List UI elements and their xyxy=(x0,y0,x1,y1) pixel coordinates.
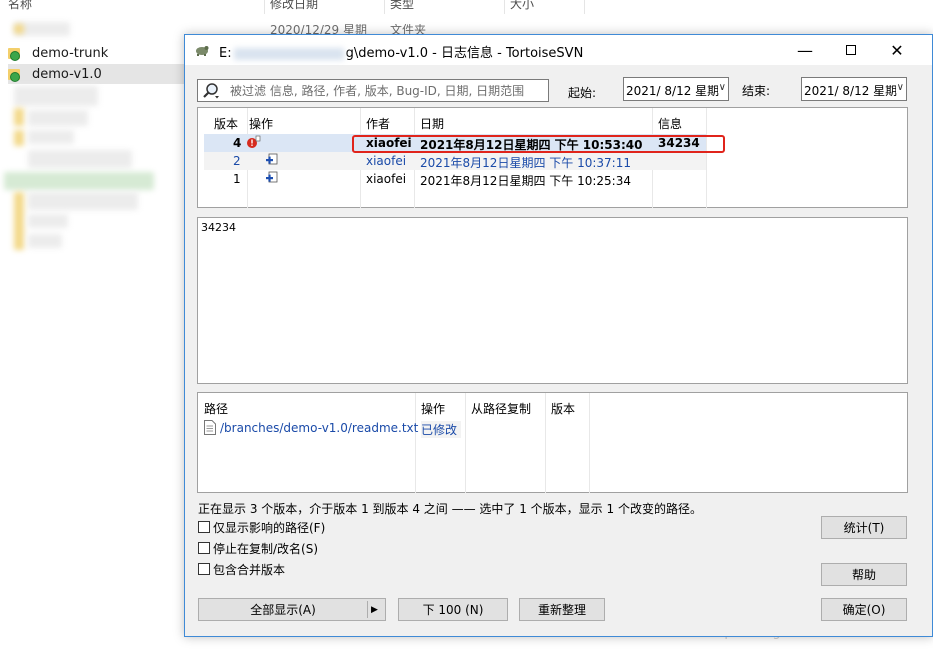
column-header-action[interactable]: 操作 xyxy=(249,115,273,132)
column-header-name[interactable]: 名称 xyxy=(8,0,32,12)
column-header-type[interactable]: 类型 xyxy=(390,0,414,12)
search-icon[interactable] xyxy=(202,82,220,100)
explorer-item-label: demo-v1.0 xyxy=(32,66,102,82)
chevron-down-icon: ∨ xyxy=(717,82,726,93)
checkbox-affected-paths[interactable]: 仅显示影响的路径(F) xyxy=(198,519,325,535)
explorer-item-demo-v1[interactable]: demo-v1.0 xyxy=(8,64,184,84)
revision-author: xiaofei xyxy=(366,172,407,186)
revision-row[interactable]: 1 xiaofei 2021年8月12日星期四 下午 10:25:34 xyxy=(204,170,706,188)
revision-date: 2021年8月12日星期四 下午 10:25:34 xyxy=(420,174,631,188)
next-100-button[interactable]: 下 100 (N) xyxy=(398,598,508,621)
svn-log-dialog: E:g\demo-v1.0 - 日志信息 - TortoiseSVN — ✕ 起… xyxy=(184,34,933,637)
modified-file-icon xyxy=(247,135,261,148)
dropdown-arrow-icon[interactable]: ▶ xyxy=(371,605,378,615)
to-date-picker[interactable]: 2021/ 8/12 星期 ∨ xyxy=(801,77,907,101)
refresh-button[interactable]: 重新整理 xyxy=(519,598,605,621)
svn-folder-icon xyxy=(8,68,22,82)
statistics-button[interactable]: 统计(T) xyxy=(821,516,907,539)
column-header-modified[interactable]: 修改日期 xyxy=(270,0,318,12)
help-button[interactable]: 帮助 xyxy=(821,563,907,586)
column-header-message[interactable]: 信息 xyxy=(658,115,682,132)
log-message-text: 34234 xyxy=(201,221,236,234)
tortoisesvn-icon xyxy=(196,46,209,56)
log-message-pane[interactable]: 34234 xyxy=(197,217,908,384)
revision-date: 2021年8月12日星期四 下午 10:37:11 xyxy=(420,156,631,170)
column-header-date[interactable]: 日期 xyxy=(420,115,444,132)
revision-number: 2 xyxy=(233,154,241,168)
filter-input[interactable] xyxy=(230,82,540,99)
window-title: E: g\demo-v1.0 - 日志信息 - TortoiseSVN xyxy=(219,46,584,61)
title-bar[interactable]: E: g\demo-v1.0 - 日志信息 - TortoiseSVN — ✕ xyxy=(185,35,932,65)
column-header-copy-from[interactable]: 从路径复制 xyxy=(471,400,531,417)
checkbox-stop-on-copy[interactable]: 停止在复制/改名(S) xyxy=(198,540,318,556)
column-header-author[interactable]: 作者 xyxy=(366,115,390,132)
explorer-item-demo-trunk[interactable]: demo-trunk xyxy=(8,43,108,63)
changed-paths-list[interactable]: 路径 操作 从路径复制 版本 /branches/demo-v1.0/readm… xyxy=(197,392,908,493)
revision-list[interactable]: 版本 操作 作者 日期 信息 4 xiaofei 2021年8月12日星期四 下… xyxy=(197,107,908,208)
column-header-path-action[interactable]: 操作 xyxy=(421,400,445,417)
revision-row[interactable]: 2 xiaofei 2021年8月12日星期四 下午 10:37:11 xyxy=(204,152,706,170)
checkbox-include-merged[interactable]: 包含合并版本 xyxy=(198,561,285,577)
added-file-icon xyxy=(266,153,278,165)
explorer-partial-row: 2020/12/29 星期 文件夹 xyxy=(270,24,427,34)
revision-number: 1 xyxy=(233,172,241,186)
minimize-button[interactable]: — xyxy=(782,35,828,65)
chevron-down-icon: ∨ xyxy=(895,82,904,93)
close-button[interactable]: ✕ xyxy=(874,35,920,65)
column-header-path[interactable]: 路径 xyxy=(204,400,228,417)
ok-button[interactable]: 确定(O) xyxy=(821,598,907,621)
show-all-split-button: 全部显示(A) ▶ xyxy=(198,598,386,621)
column-header-path-revision[interactable]: 版本 xyxy=(551,400,575,417)
svn-folder-icon xyxy=(8,47,22,61)
maximize-icon xyxy=(846,45,856,55)
highlight-annotation xyxy=(352,135,725,153)
column-header-size[interactable]: 大小 xyxy=(510,0,534,12)
filter-box xyxy=(197,79,549,102)
explorer-item-label: demo-trunk xyxy=(32,45,109,61)
added-file-icon xyxy=(266,171,278,183)
from-label: 起始: xyxy=(568,86,597,100)
changed-path-row[interactable]: /branches/demo-v1.0/readme.txt 已修改 xyxy=(204,419,464,438)
to-label: 结束: xyxy=(742,84,771,98)
changed-path: /branches/demo-v1.0/readme.txt xyxy=(220,421,419,435)
revision-number: 4 xyxy=(233,136,242,150)
status-text: 正在显示 3 个版本，介于版本 1 到版本 4 之间 —— 选中了 1 个版本，… xyxy=(198,502,702,516)
show-all-button[interactable]: 全部显示(A) xyxy=(199,601,367,618)
changed-path-action: 已修改 xyxy=(421,421,462,438)
text-file-icon xyxy=(204,420,216,435)
explorer-column-headers: 名称 修改日期 类型 大小 xyxy=(0,0,600,14)
from-date-picker[interactable]: 2021/ 8/12 星期 ∨ xyxy=(623,77,729,101)
column-header-revision[interactable]: 版本 xyxy=(214,115,238,132)
revision-author: xiaofei xyxy=(366,154,407,168)
maximize-button[interactable] xyxy=(828,35,874,65)
